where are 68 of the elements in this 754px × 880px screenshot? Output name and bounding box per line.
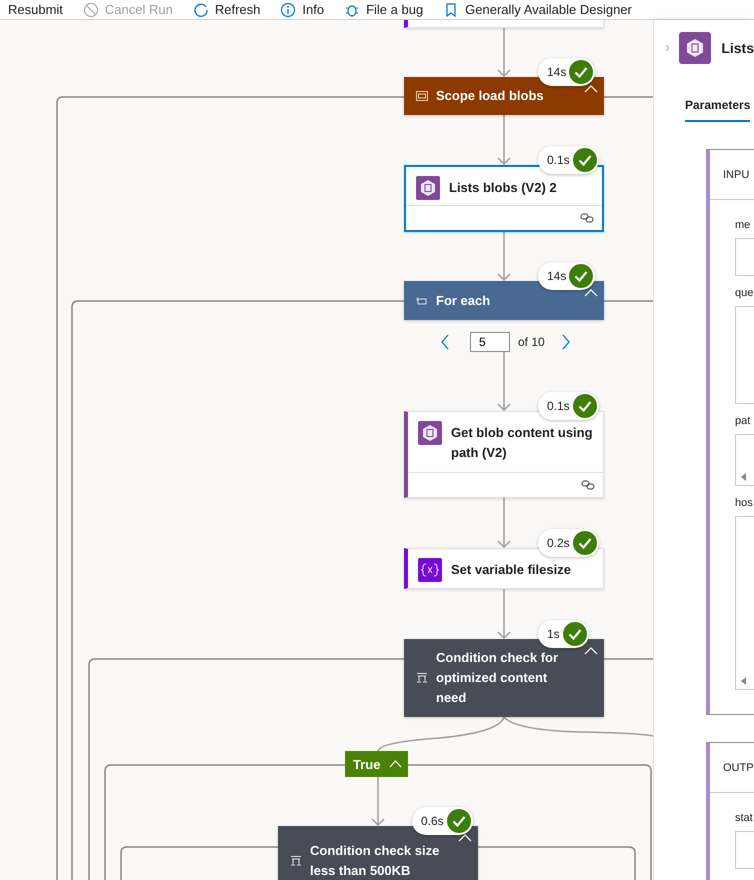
- loop-header[interactable]: For each: [404, 281, 604, 320]
- scroll-left-icon[interactable]: [741, 473, 746, 481]
- field-label: me: [735, 219, 752, 231]
- branch-label: True: [353, 756, 380, 772]
- node-title: Lists blobs (V2) 2: [449, 179, 557, 197]
- connector-arrow: [497, 352, 511, 412]
- next-button[interactable]: [560, 334, 571, 350]
- field-label: stat: [735, 812, 754, 824]
- toolbar-button[interactable]: Refresh: [192, 2, 260, 18]
- variable-icon: [418, 558, 442, 582]
- duration-badge: 0.1s: [538, 392, 599, 420]
- refresh-icon: [192, 2, 209, 18]
- connector-arrow: [497, 232, 511, 282]
- node-title: Get blob content using path (V2): [451, 424, 593, 462]
- action-card[interactable]: Lists blobs (V2) 2: [404, 165, 604, 232]
- page-total: of 10: [518, 335, 545, 349]
- page-field[interactable]: 5: [470, 332, 510, 352]
- duration-badge: 0.6s: [412, 807, 473, 835]
- branch-header[interactable]: True: [345, 751, 408, 777]
- scroll-left-icon[interactable]: [741, 677, 746, 685]
- connector-arrow: [497, 589, 511, 640]
- condition-header[interactable]: Condition check size less than 500KB: [278, 826, 478, 880]
- connector-arrow: [497, 28, 511, 78]
- toolbar-button[interactable]: File a bug: [344, 2, 424, 18]
- field-label: pat: [735, 415, 752, 427]
- duration-badge: 0.2s: [538, 529, 599, 557]
- scope-header[interactable]: Scope load blobs: [404, 77, 604, 115]
- node-title: Scope load blobs: [436, 87, 544, 105]
- condition-header[interactable]: Condition check for optimized content need: [404, 639, 604, 717]
- section-title: INPU: [723, 168, 750, 180]
- chevron-up-icon[interactable]: [584, 85, 598, 93]
- action-card[interactable]: Set variable filesize: [404, 548, 604, 589]
- connector-arrow: [497, 115, 511, 166]
- action-card[interactable]: Get blob content using path (V2): [404, 411, 604, 498]
- chevron-up-icon[interactable]: [458, 834, 472, 842]
- blob-storage-icon: [679, 32, 712, 64]
- scope-icon: [416, 91, 428, 101]
- toolbar-button[interactable]: Info: [280, 2, 324, 18]
- node-title: Set variable filesize: [451, 561, 571, 579]
- duration-badge: 1s: [538, 620, 589, 648]
- section-title: OUTP: [723, 762, 754, 774]
- cancel-icon: [82, 2, 99, 18]
- duration-badge: 14s: [538, 58, 596, 86]
- connector-arrow: [371, 777, 385, 826]
- node-title: Condition check for optimized content need: [436, 649, 560, 707]
- toolbar-button[interactable]: Resubmit: [8, 2, 63, 17]
- condition-icon: [416, 672, 428, 684]
- previous-button[interactable]: [440, 334, 450, 350]
- link-icon: [580, 213, 594, 223]
- loop-icon: [416, 296, 428, 306]
- panel-tab[interactable]: Parameters: [685, 94, 750, 122]
- panel-title: Lists: [721, 40, 754, 56]
- field-label: hos: [735, 497, 754, 509]
- chevron-up-icon[interactable]: [389, 760, 402, 768]
- node-title: Condition check size less than 500KB: [310, 842, 440, 880]
- info-icon: [280, 2, 296, 18]
- toolbar-button[interactable]: Generally Available Designer: [443, 2, 632, 18]
- duration-badge: 14s: [538, 262, 596, 290]
- link-icon: [581, 480, 595, 490]
- condition-icon: [290, 855, 302, 867]
- blob-storage-icon: [418, 421, 442, 445]
- field-label: que: [735, 287, 754, 299]
- chevron-up-icon[interactable]: [584, 289, 598, 297]
- chevron-up-icon[interactable]: [584, 647, 598, 655]
- duration-badge: 0.1s: [538, 146, 599, 174]
- blob-storage-icon: [416, 176, 440, 200]
- node-title: For each: [436, 292, 490, 310]
- connector-arrow: [497, 498, 511, 548]
